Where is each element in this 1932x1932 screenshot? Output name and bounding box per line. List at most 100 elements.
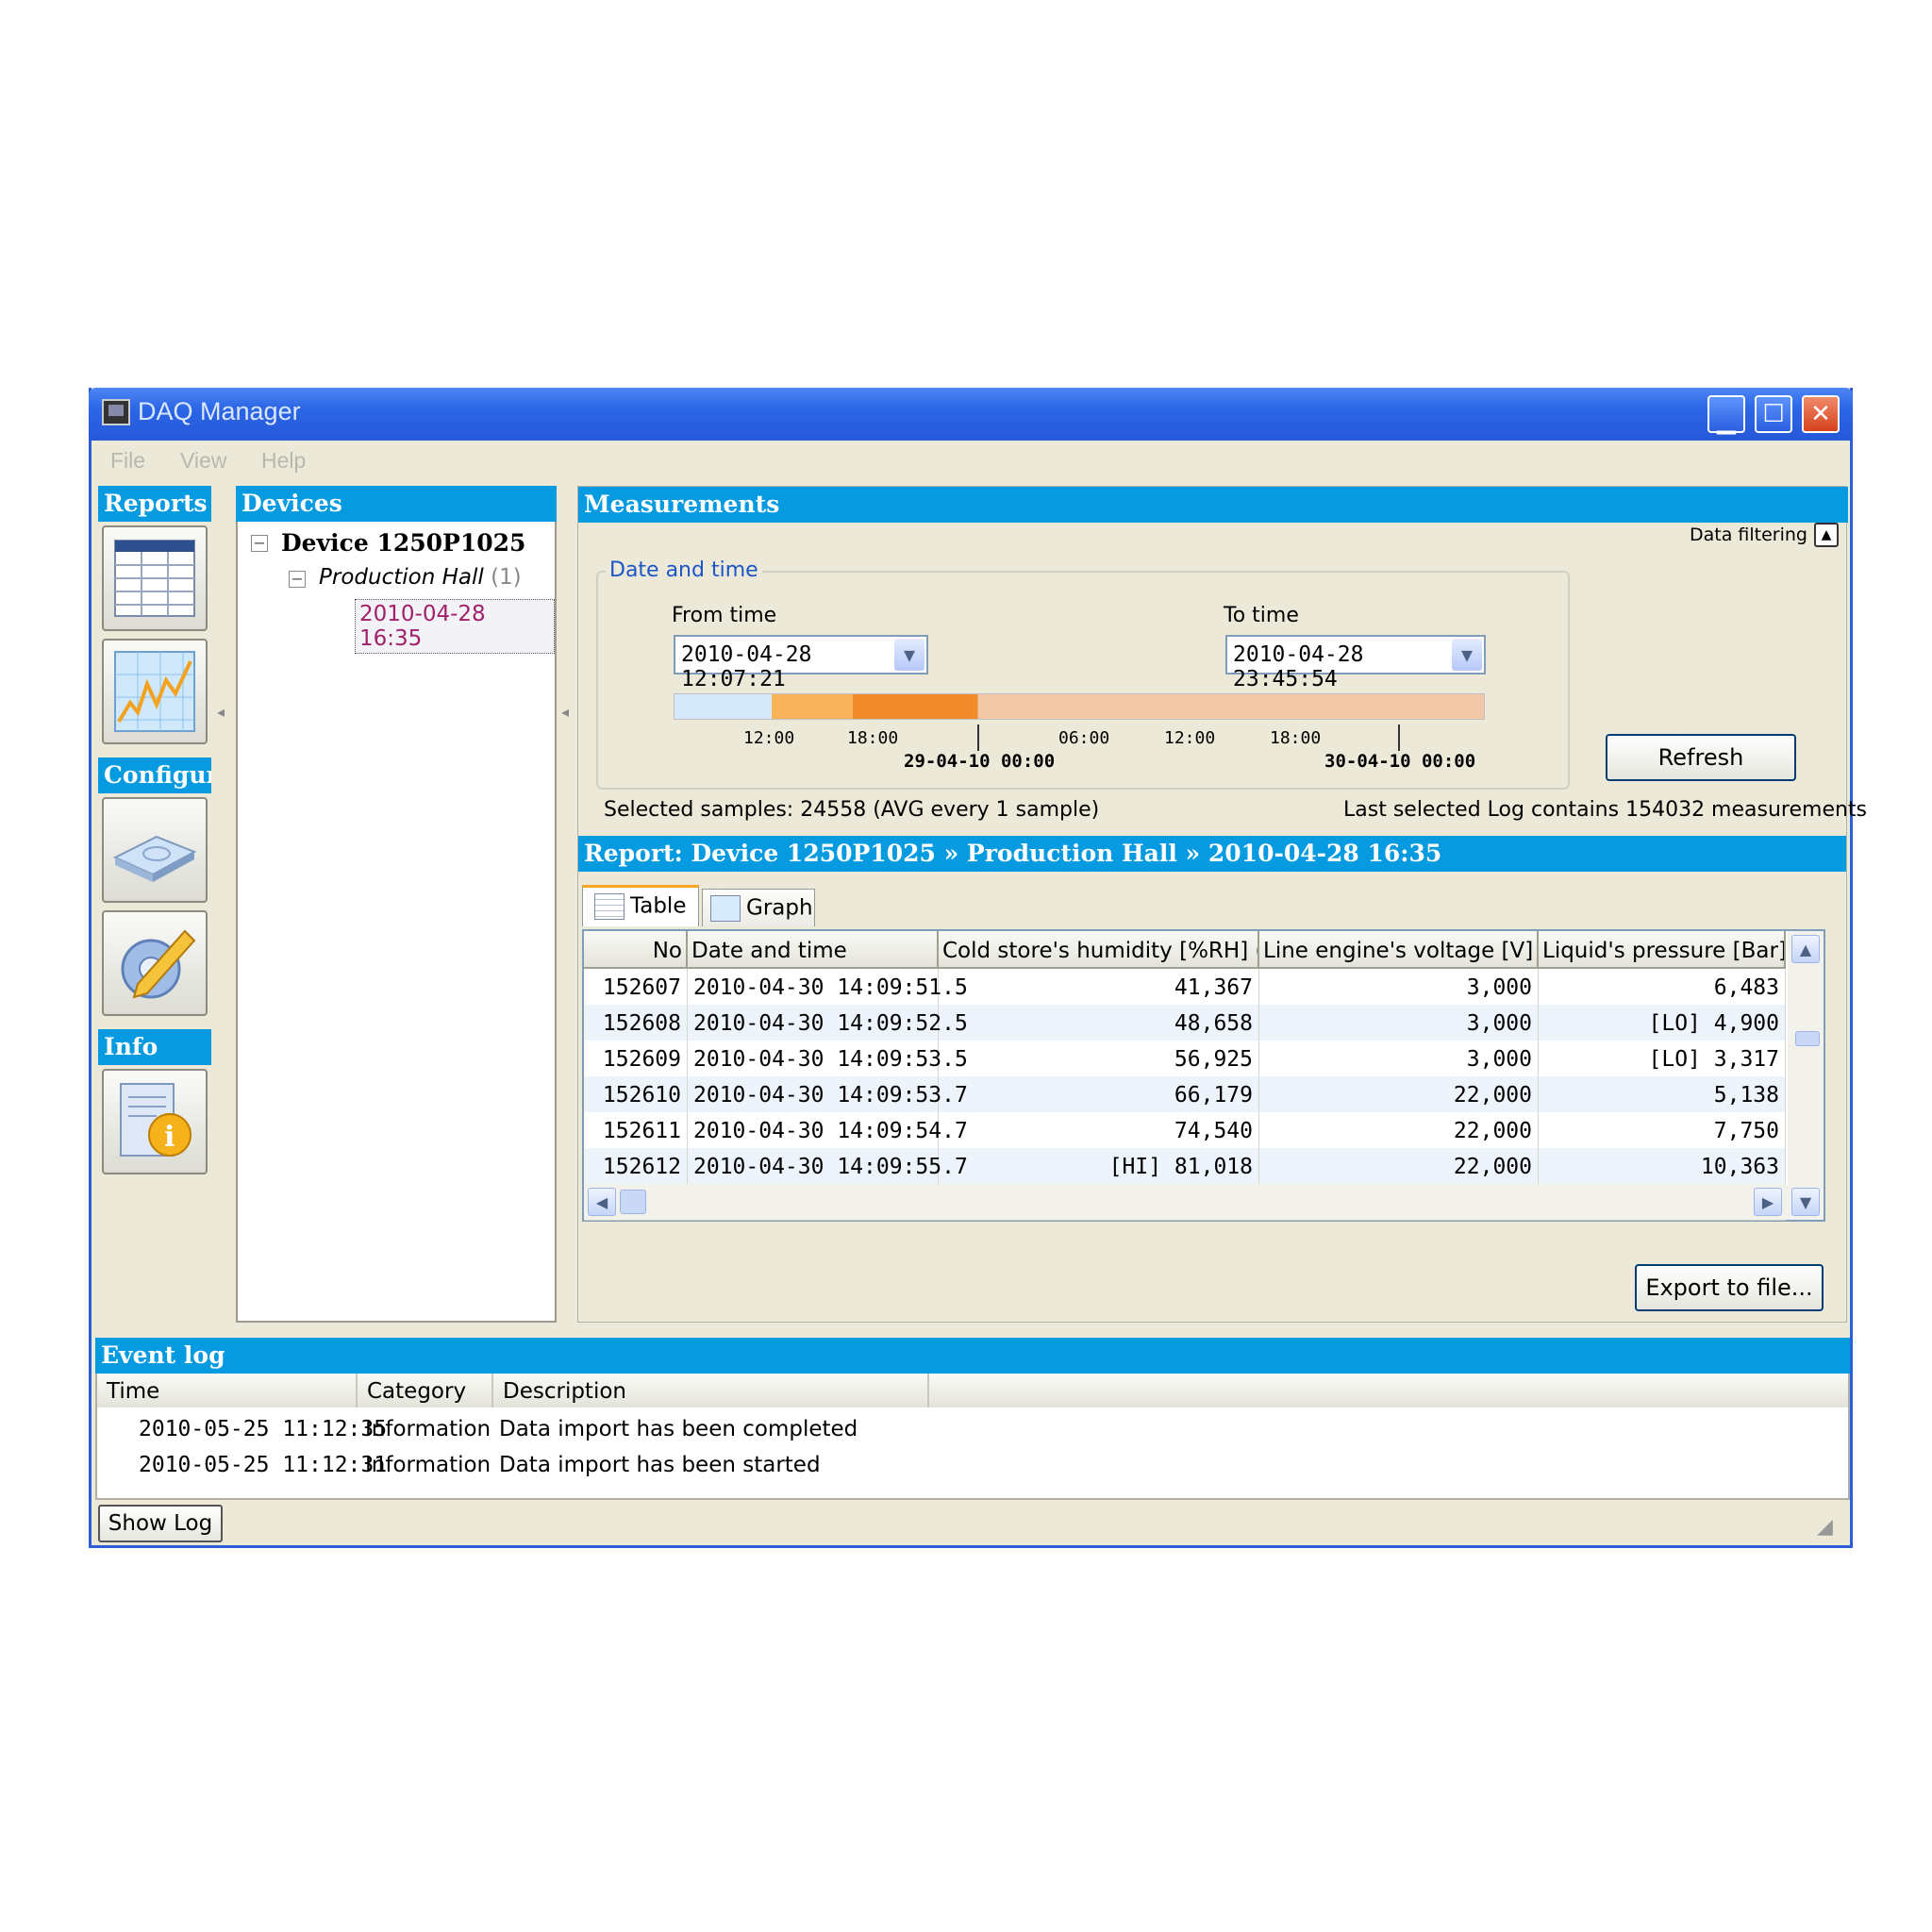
- tab-graph-label: Graph: [746, 895, 813, 921]
- time-range-slider[interactable]: [674, 693, 1485, 720]
- status-bar: [89, 1502, 1853, 1548]
- timeline-tick: 18:00: [1270, 728, 1322, 748]
- nav-device-config-button[interactable]: [102, 797, 208, 903]
- table-cell: 2010-04-30 14:09:53.7: [688, 1076, 968, 1112]
- event-log-cell: 2010-05-25 11:12:31: [139, 1453, 388, 1477]
- column-header-pressure[interactable]: Liquid's pressure [Bar] (3): [1539, 931, 1786, 969]
- chevron-down-icon[interactable]: ▼: [894, 639, 924, 671]
- nav-graph-report-button[interactable]: [102, 639, 208, 744]
- resize-grip-icon[interactable]: ◢: [1817, 1515, 1833, 1539]
- from-time-label: From time: [672, 604, 777, 627]
- table-cell: 2010-04-30 14:09:55.7: [688, 1148, 968, 1184]
- table-row[interactable]: 152611 2010-04-30 14:09:54.7 74,540 22,000 7…: [584, 1112, 1786, 1149]
- table-cell: 22,000: [1259, 1112, 1539, 1148]
- show-log-button[interactable]: Show Log: [98, 1505, 223, 1542]
- table-cell: 3,000: [1259, 1005, 1539, 1041]
- menu-view[interactable]: View: [180, 448, 226, 474]
- column-header-no[interactable]: No: [584, 931, 688, 969]
- data-filtering-label: Data filtering: [1690, 525, 1807, 545]
- table-row[interactable]: 152607 2010-04-30 14:09:51.5 41,367 3,000 6,…: [584, 969, 1786, 1006]
- maximize-button[interactable]: ☐: [1755, 395, 1792, 433]
- date-time-group-label: Date and time: [606, 558, 762, 582]
- tree-device[interactable]: Device 1250P1025: [281, 529, 525, 557]
- table-cell: 3,000: [1259, 969, 1539, 1005]
- tab-table[interactable]: Table: [582, 885, 699, 926]
- devices-header: Devices: [236, 486, 557, 522]
- export-to-file-button[interactable]: Export to file...: [1635, 1264, 1824, 1311]
- window-title: DAQ Manager: [138, 397, 301, 425]
- event-log-cell: 2010-05-25 11:12:35: [139, 1417, 388, 1441]
- tree-collapse-icon[interactable]: −: [289, 571, 306, 588]
- table-cell: 22,000: [1259, 1076, 1539, 1112]
- measurement-table[interactable]: No Date and time Cold store's humidity […: [582, 929, 1825, 1222]
- event-log-panel: Time Category Description 2010-05-25 11:…: [95, 1374, 1850, 1500]
- table-cell: 152607: [584, 969, 688, 1005]
- scroll-left-icon[interactable]: ◀: [588, 1188, 616, 1216]
- scroll-up-icon[interactable]: ▲: [1791, 935, 1820, 963]
- scroll-down-icon[interactable]: ▼: [1791, 1188, 1820, 1216]
- table-cell: 48,658: [939, 1005, 1259, 1041]
- table-row[interactable]: 152612 2010-04-30 14:09:55.7 [HI] 81,018 22…: [584, 1148, 1786, 1185]
- table-cell: 66,179: [939, 1076, 1259, 1112]
- timeline-tick: 12:00: [743, 728, 795, 748]
- selected-samples-text: Selected samples: 24558 (AVG every 1 sam…: [604, 798, 1100, 822]
- close-button[interactable]: ✕: [1802, 395, 1840, 433]
- table-cell: 3,000: [1259, 1041, 1539, 1076]
- timeline-tick: 06:00: [1058, 728, 1110, 748]
- minimize-button[interactable]: ▁: [1707, 395, 1745, 435]
- scroll-thumb[interactable]: [620, 1190, 646, 1214]
- scroll-right-icon[interactable]: ▶: [1754, 1188, 1782, 1216]
- scroll-thumb[interactable]: [1795, 1031, 1820, 1046]
- menu-file[interactable]: File: [110, 448, 145, 474]
- nav-settings-button[interactable]: [102, 910, 208, 1016]
- tree-collapse-icon[interactable]: −: [251, 535, 268, 552]
- timeline-day-label: 30-04-10 00:00: [1324, 751, 1476, 772]
- table-cell: 2010-04-30 14:09:52.5: [688, 1005, 968, 1041]
- table-cell: 10,363: [1539, 1148, 1786, 1184]
- table-cell: 74,540: [939, 1112, 1259, 1148]
- menu-bar: File View Help: [92, 441, 1850, 482]
- event-log-row[interactable]: 2010-05-25 11:12:35 Information Data impor…: [97, 1417, 1041, 1451]
- nav-configuration-header: Configura: [98, 758, 211, 793]
- event-column-time[interactable]: Time: [97, 1374, 358, 1407]
- column-header-humidity[interactable]: Cold store's humidity [%RH] (1): [939, 931, 1259, 969]
- table-row[interactable]: 152610 2010-04-30 14:09:53.7 66,179 22,000 5…: [584, 1076, 1786, 1113]
- app-icon: [102, 399, 130, 425]
- table-row[interactable]: 152609 2010-04-30 14:09:53.5 56,925 3,000 [L…: [584, 1041, 1786, 1077]
- nav-info-button[interactable]: i: [102, 1069, 208, 1174]
- from-time-combo[interactable]: 2010-04-28 12:07:21 ▼: [674, 635, 928, 691]
- splitter-middle[interactable]: ◂: [561, 486, 571, 1323]
- splitter-left[interactable]: ◂: [217, 486, 226, 1323]
- maximize-icon: ☐: [1762, 400, 1785, 428]
- tab-table-label: Table: [630, 893, 687, 919]
- chevron-down-icon[interactable]: ▼: [1452, 639, 1482, 671]
- day-marker: [1398, 724, 1400, 751]
- table-cell: 22,000: [1259, 1148, 1539, 1184]
- table-row[interactable]: 152608 2010-04-30 14:09:52.5 48,658 3,000 [L…: [584, 1005, 1786, 1041]
- horizontal-scrollbar[interactable]: ◀ ▶: [584, 1184, 1788, 1220]
- minimize-icon: ▁: [1717, 407, 1736, 435]
- refresh-button[interactable]: Refresh: [1606, 734, 1796, 781]
- table-cell: 152610: [584, 1076, 688, 1112]
- to-time-combo[interactable]: 2010-04-28 23:45:54 ▼: [1225, 635, 1486, 691]
- vertical-scrollbar[interactable]: ▲ ▼: [1788, 931, 1824, 1220]
- collapse-filter-button[interactable]: ▲: [1814, 523, 1839, 547]
- timeline-day-label: 29-04-10 00:00: [904, 751, 1056, 772]
- table-icon: [594, 893, 625, 920]
- table-report-icon: [114, 540, 195, 617]
- event-log-row[interactable]: 2010-05-25 11:12:31 Information Data impor…: [97, 1453, 1041, 1487]
- tree-location[interactable]: Production Hall (1): [319, 565, 522, 590]
- tree-log-item[interactable]: 2010-04-28 16:35: [355, 599, 555, 654]
- tab-graph[interactable]: Graph: [702, 889, 815, 926]
- event-column-category[interactable]: Category: [358, 1374, 493, 1407]
- menu-help[interactable]: Help: [261, 448, 306, 474]
- tree-location-label: Production Hall: [319, 565, 484, 590]
- close-icon: ✕: [1810, 400, 1831, 428]
- graph-report-icon: [114, 651, 195, 732]
- column-header-date[interactable]: Date and time: [688, 931, 939, 969]
- title-bar[interactable]: DAQ Manager ▁ ☐ ✕: [89, 388, 1853, 441]
- info-document-icon: i: [120, 1083, 192, 1157]
- nav-table-report-button[interactable]: [102, 525, 208, 631]
- column-header-voltage[interactable]: Line engine's voltage [V] (2): [1259, 931, 1539, 969]
- event-column-description[interactable]: Description: [493, 1374, 929, 1407]
